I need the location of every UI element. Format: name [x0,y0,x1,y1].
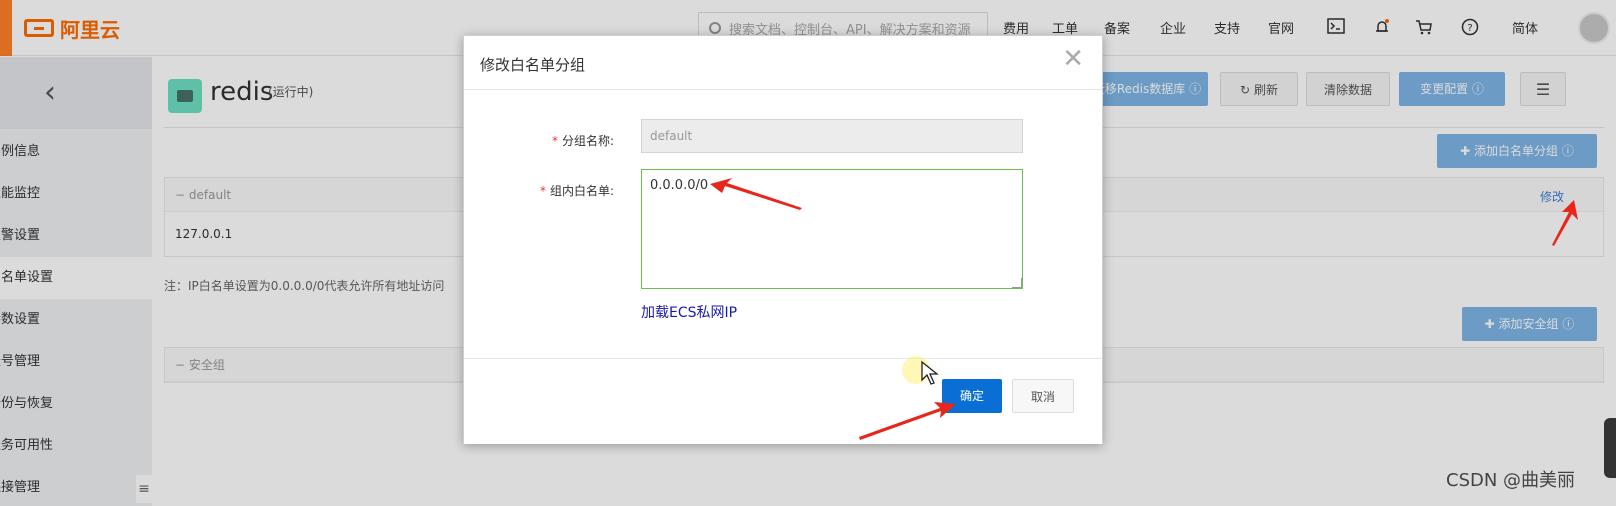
whitelist-label-text: 组内白名单: [549,184,614,198]
dialog-header: 修改白名单分组 ✕ [464,36,1102,90]
watermark: CSDN @曲美丽 [1446,470,1576,491]
mouse-cursor-icon [921,360,939,385]
load-ecs-ip-link[interactable]: 加载ECS私网IP [641,302,737,322]
page-edge-handle [1604,418,1616,478]
group-name-label: * 分组名称: [464,132,614,149]
close-icon[interactable]: ✕ [1062,46,1084,72]
annotation-arrow-edit [1552,200,1578,246]
dialog-footer: 确定 取消 [464,358,1102,444]
group-name-label-text: 分组名称: [561,134,614,148]
annotation-arrow-confirm [859,402,956,440]
whitelist-textarea[interactable]: 0.0.0.0/0 [641,169,1023,289]
whitelist-label: * 组内白名单: [464,182,614,199]
group-name-field: default [641,119,1023,153]
cancel-button[interactable]: 取消 [1012,379,1074,413]
required-mark: * [551,134,558,148]
required-mark: * [539,184,546,198]
dialog-title: 修改白名单分组 [480,56,586,74]
edit-whitelist-dialog: 修改白名单分组 ✕ * 分组名称: default * 组内白名单: 0.0.0.0… [463,35,1103,444]
resize-grip-icon[interactable] [1012,278,1022,288]
annotation-arrow-whitelist [710,178,802,210]
